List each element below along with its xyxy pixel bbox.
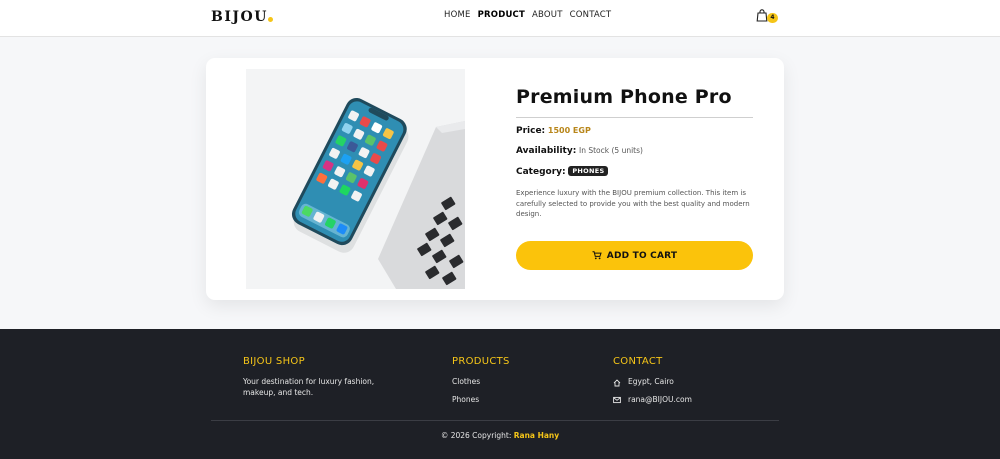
footer-contact-title: CONTACT	[613, 356, 663, 367]
brand-dot	[268, 17, 273, 22]
nav-link-about[interactable]: ABOUT	[532, 10, 563, 20]
add-to-cart-label: ADD TO CART	[606, 250, 678, 261]
availability-value: In Stock (5 units)	[579, 146, 643, 155]
footer-email[interactable]: rana@BIJOU.com	[628, 395, 692, 406]
navbar: BIJOU HOME PRODUCT ABOUT CONTACT 4	[0, 0, 1000, 37]
cart-count-badge: 4	[767, 13, 778, 23]
footer-divider	[211, 420, 779, 421]
price-label: Price:	[516, 126, 546, 136]
nav-link-product[interactable]: PRODUCT	[478, 10, 525, 20]
availability-label: Availability:	[516, 146, 577, 156]
footer-link-clothes[interactable]: Clothes	[452, 377, 480, 388]
footer-products-title: PRODUCTS	[452, 356, 510, 367]
product-image	[246, 69, 465, 289]
product-title: Premium Phone Pro	[516, 86, 732, 108]
shopping-bag-icon[interactable]	[756, 9, 768, 22]
category-row: Category: PHONES	[516, 166, 609, 177]
copyright-prefix: © 2026 Copyright:	[440, 431, 512, 440]
main-menu: HOME PRODUCT ABOUT CONTACT	[444, 10, 611, 20]
category-badge: PHONES	[568, 166, 609, 176]
brand-logo[interactable]: BIJOU	[211, 9, 268, 25]
price-row: Price: 1500 EGP	[516, 126, 591, 136]
cart-icon	[592, 251, 602, 260]
footer-brand-title: BIJOU SHOP	[243, 356, 305, 367]
nav-link-home[interactable]: HOME	[444, 10, 471, 20]
title-divider	[516, 117, 753, 118]
home-icon	[613, 379, 621, 387]
envelope-icon	[613, 396, 621, 404]
availability-row: Availability: In Stock (5 units)	[516, 146, 643, 156]
product-card: Premium Phone Pro Price: 1500 EGP Availa…	[206, 58, 784, 300]
copyright: © 2026 Copyright: Rana Hany	[0, 431, 1000, 440]
footer-link-phones[interactable]: Phones	[452, 395, 479, 406]
footer: BIJOU SHOP Your destination for luxury f…	[0, 329, 1000, 459]
category-label: Category:	[516, 167, 566, 177]
nav-link-contact[interactable]: CONTACT	[570, 10, 612, 20]
add-to-cart-button[interactable]: ADD TO CART	[516, 241, 753, 270]
price-value: 1500 EGP	[547, 126, 591, 135]
product-description: Experience luxury with the BIJOU premium…	[516, 189, 750, 218]
footer-location: Egypt, Cairo	[628, 377, 674, 386]
footer-brand-text: Your destination for luxury fashion, mak…	[243, 377, 375, 397]
copyright-name: Rana Hany	[513, 431, 560, 440]
